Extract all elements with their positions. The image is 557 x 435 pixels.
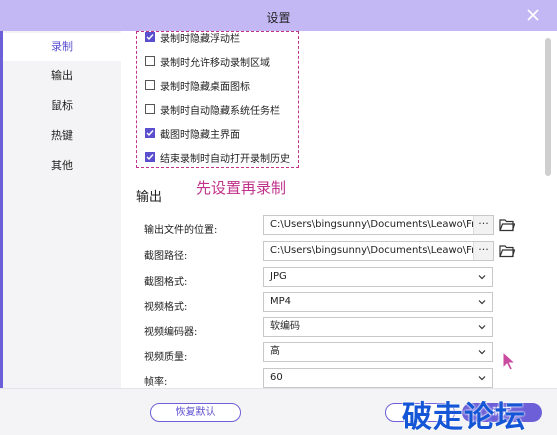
chevron-down-icon bbox=[478, 350, 486, 355]
screenshot-path-value: C:\Users\bingsunny\Documents\Leawo\Free … bbox=[270, 245, 494, 256]
select-value: JPG bbox=[270, 271, 287, 282]
select-value: MP4 bbox=[270, 296, 292, 307]
option-label: 录制时隐藏桌面图标 bbox=[160, 81, 250, 93]
video-format-label: 视频格式: bbox=[144, 302, 188, 313]
option-hide-main-window[interactable]: 截图时隐藏主界面 bbox=[145, 125, 240, 141]
option-label: 录制时允许移动录制区域 bbox=[160, 57, 270, 69]
option-label: 录制时隐藏浮动栏 bbox=[160, 33, 240, 45]
sidebar-item-hotkeys[interactable]: 热键 bbox=[3, 122, 121, 150]
title-bar: 设置 bbox=[0, 0, 557, 31]
sidebar-item-other[interactable]: 其他 bbox=[3, 152, 121, 180]
window-title: 设置 bbox=[266, 11, 291, 25]
frame-rate-select[interactable]: 60 bbox=[263, 368, 493, 388]
more-button[interactable]: ··· bbox=[473, 242, 493, 260]
file-location-value: C:\Users\bingsunny\Documents\Leawo\Free … bbox=[270, 219, 494, 230]
settings-content: 录制时隐藏浮动栏 录制时允许移动录制区域 录制时隐藏桌面图标 录制时自动隐藏系统… bbox=[121, 31, 557, 388]
select-value: 软编码 bbox=[270, 321, 300, 332]
checkbox[interactable] bbox=[145, 32, 155, 42]
cursor-icon bbox=[502, 351, 516, 371]
checkmark-icon bbox=[146, 130, 154, 137]
option-hide-float-bar[interactable]: 录制时隐藏浮动栏 bbox=[145, 31, 240, 45]
more-button[interactable]: ··· bbox=[473, 216, 493, 234]
option-label: 截图时隐藏主界面 bbox=[160, 129, 240, 141]
option-allow-move-area[interactable]: 录制时允许移动录制区域 bbox=[145, 53, 270, 69]
checkbox[interactable] bbox=[145, 152, 155, 162]
frame-rate-label: 帧率: bbox=[144, 377, 168, 388]
chevron-down-icon bbox=[478, 325, 486, 330]
checkmark-icon bbox=[146, 154, 154, 161]
video-format-select[interactable]: MP4 bbox=[263, 292, 493, 312]
select-value: 高 bbox=[270, 346, 280, 357]
screenshot-path-field[interactable]: C:\Users\bingsunny\Documents\Leawo\Free … bbox=[263, 241, 494, 261]
checkbox[interactable] bbox=[145, 104, 155, 114]
option-label: 录制时自动隐藏系统任务栏 bbox=[160, 105, 280, 117]
checkbox[interactable] bbox=[145, 128, 155, 138]
sidebar: 录制 输出 鼠标 热键 其他 bbox=[0, 31, 121, 388]
option-open-history[interactable]: 结束录制时自动打开录制历史 bbox=[145, 149, 290, 165]
video-encoder-label: 视频编码器: bbox=[144, 327, 198, 338]
chevron-down-icon bbox=[478, 376, 486, 381]
reset-defaults-button[interactable]: 恢复默认 bbox=[150, 403, 241, 422]
screenshot-path-label: 截图路径: bbox=[144, 251, 188, 262]
sidebar-item-mouse[interactable]: 鼠标 bbox=[3, 92, 121, 120]
file-location-label: 输出文件的位置: bbox=[144, 225, 218, 236]
video-encoder-select[interactable]: 软编码 bbox=[263, 317, 493, 337]
close-icon[interactable] bbox=[524, 6, 542, 24]
option-hide-desktop-icons[interactable]: 录制时隐藏桌面图标 bbox=[145, 77, 250, 93]
sidebar-item-recording[interactable]: 录制 bbox=[3, 33, 121, 61]
checkmark-icon bbox=[146, 34, 154, 41]
chevron-down-icon bbox=[478, 300, 486, 305]
select-value: 60 bbox=[270, 372, 283, 383]
checkbox[interactable] bbox=[145, 80, 155, 90]
video-quality-select[interactable]: 高 bbox=[263, 342, 493, 362]
scrollbar-thumb[interactable] bbox=[545, 38, 551, 176]
watermark-text: 破走论坛 bbox=[402, 400, 526, 435]
output-section-title: 输出 bbox=[136, 190, 163, 205]
folder-icon[interactable] bbox=[499, 244, 515, 258]
screenshot-format-label: 截图格式: bbox=[144, 277, 188, 288]
annotation-text: 先设置再录制 bbox=[196, 179, 287, 197]
checkbox[interactable] bbox=[145, 56, 155, 66]
chevron-down-icon bbox=[478, 275, 486, 280]
screenshot-format-select[interactable]: JPG bbox=[263, 267, 493, 287]
folder-icon[interactable] bbox=[499, 218, 515, 232]
option-label: 结束录制时自动打开录制历史 bbox=[160, 153, 290, 165]
recording-options-group: 录制时隐藏浮动栏 录制时允许移动录制区域 录制时隐藏桌面图标 录制时自动隐藏系统… bbox=[136, 31, 299, 168]
option-hide-taskbar[interactable]: 录制时自动隐藏系统任务栏 bbox=[145, 101, 280, 117]
sidebar-item-output[interactable]: 输出 bbox=[3, 62, 121, 90]
video-quality-label: 视频质量: bbox=[144, 352, 188, 363]
file-location-field[interactable]: C:\Users\bingsunny\Documents\Leawo\Free … bbox=[263, 215, 494, 235]
